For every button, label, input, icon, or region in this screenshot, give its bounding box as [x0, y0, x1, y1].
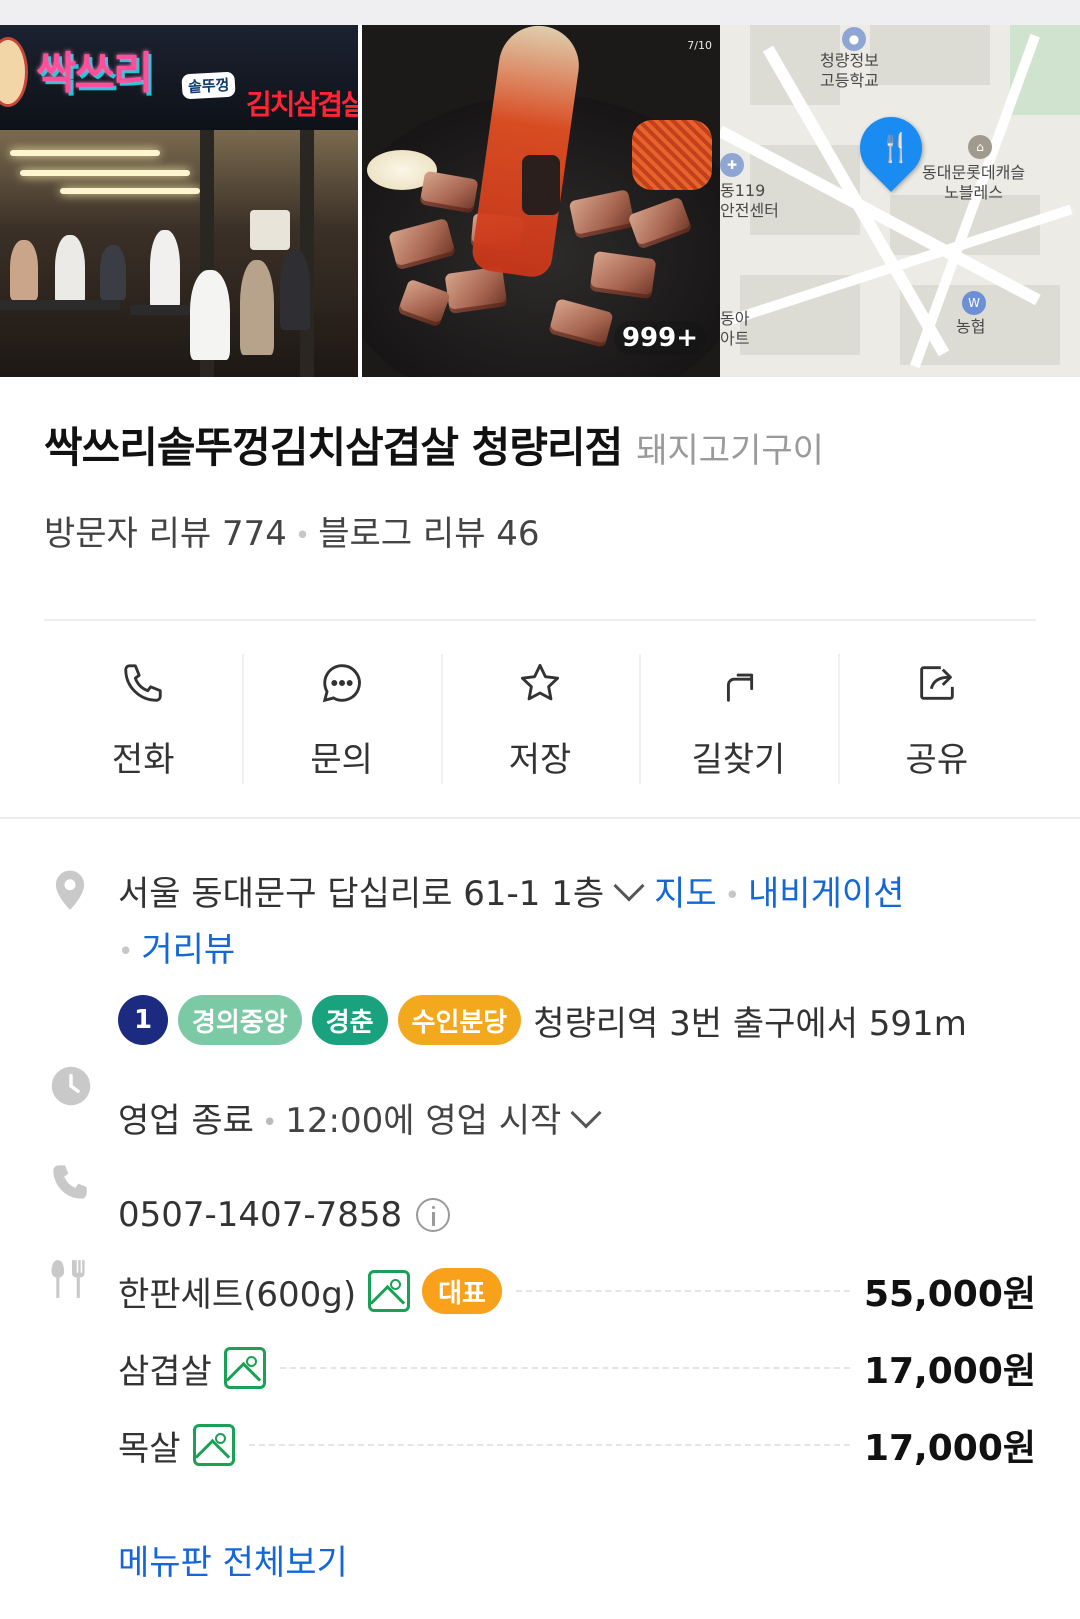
menu-item-name: 삼겹살: [118, 1351, 212, 1392]
call-label: 전화: [111, 740, 175, 780]
menu-item-name: 한판세트(600g): [118, 1274, 357, 1315]
line-gyeongui-badge: 경의중앙: [178, 995, 302, 1045]
subway-row: 1 경의중앙 경춘 수인분당 청량리역 3번 출구에서 591m: [118, 995, 967, 1045]
sign-logo: [0, 37, 28, 107]
map-label-fire-2: 안전센터: [720, 201, 779, 220]
map-label-school-2: 고등학교: [820, 71, 879, 90]
menu-item-price: 17,000원: [863, 1351, 1036, 1392]
store-interior: [0, 130, 358, 377]
photo-gallery[interactable]: 싹쓰리 솥뚜껑 김치삼겹살 7/10 999+ ● 청량정보 고등학교 🍴 ⌂ …: [0, 25, 1080, 377]
hours-next: 12:00에 영업 시작: [285, 1101, 562, 1141]
line-1-badge: 1: [118, 995, 168, 1045]
location-pin-icon: [55, 870, 85, 910]
sign-sub-text: 솥뚜껑: [181, 71, 237, 100]
share-label: 공유: [905, 740, 969, 780]
food-photo[interactable]: 7/10 999+: [362, 25, 720, 377]
menu-item-price: 17,000원: [863, 1428, 1036, 1469]
divider: [44, 619, 1036, 621]
map-label-school: 청량정보: [820, 51, 879, 70]
chevron-down-icon[interactable]: [613, 870, 645, 902]
hours-status: 영업 종료: [118, 1101, 254, 1141]
phone-row: 0507-1407-7858: [118, 1195, 451, 1235]
directions-button[interactable]: 길찾기: [639, 654, 837, 784]
map-label-apt-2: 노블레스: [944, 183, 1003, 202]
bank-poi-icon: W: [962, 291, 986, 315]
street-view-link[interactable]: 거리뷰: [141, 930, 235, 970]
map-label-apt3: 동아: [720, 309, 750, 328]
inquiry-button[interactable]: 문의: [242, 654, 440, 784]
sign-main-text: 싹쓰리: [36, 48, 153, 99]
hours-chevron-down-icon[interactable]: [570, 1097, 602, 1129]
menu-item[interactable]: 목살 17,000원: [118, 1417, 1036, 1473]
photo-icon: [368, 1270, 411, 1312]
blog-reviews-link[interactable]: 블로그 리뷰 46: [318, 514, 539, 554]
status-strip: [0, 0, 1080, 25]
navigation-link[interactable]: 내비게이션: [748, 874, 904, 914]
section-divider: [0, 817, 1080, 819]
call-button[interactable]: 전화: [44, 654, 242, 784]
menu-item[interactable]: 삼겹살 17,000원: [118, 1340, 1036, 1396]
menu-item-name: 목살: [118, 1428, 181, 1469]
chat-bubble-icon: [322, 664, 361, 703]
action-bar: 전화 문의 저장 길찾기 공유: [44, 654, 1036, 784]
visitor-reviews-link[interactable]: 방문자 리뷰 774: [44, 514, 287, 554]
map-link[interactable]: 지도: [654, 874, 717, 914]
subway-distance: 청량리역 3번 출구에서 591m: [533, 1003, 967, 1044]
sign-red-text: 김치삼겹살: [246, 88, 358, 121]
photo-count-badge[interactable]: 999+: [613, 321, 706, 355]
directions-label: 길찾기: [691, 740, 786, 780]
place-category: 돼지고기구이: [636, 431, 824, 471]
place-name: 싹쓰리솥뚜껑김치삼겹살 청량리점: [44, 423, 623, 472]
view-full-menu-link[interactable]: 메뉴판 전체보기: [118, 1535, 348, 1584]
menu-item[interactable]: 한판세트(600g) 대표 55,000원: [118, 1263, 1036, 1319]
reviews-row: 방문자 리뷰 774 • 블로그 리뷰 46: [44, 506, 540, 555]
share-icon: [920, 666, 954, 700]
line-gyeongchun-badge: 경춘: [311, 995, 388, 1045]
map-label-fire: 동119: [720, 181, 766, 200]
star-icon: [520, 663, 560, 701]
photo-icon: [192, 1424, 235, 1466]
map-label-apt4: 아트: [720, 329, 750, 348]
storefront-photo[interactable]: 싹쓰리 솥뚜껑 김치삼겹살: [0, 25, 358, 377]
photo-icon: [223, 1347, 266, 1389]
menu-item-price: 55,000원: [863, 1274, 1036, 1315]
phone-small-icon: [53, 1165, 87, 1199]
map-label-bank: 농협: [956, 317, 986, 336]
inquiry-label: 문의: [310, 740, 373, 780]
map-label-apt: 동대문롯데캐슬: [922, 163, 1026, 182]
phone-number[interactable]: 0507-1407-7858: [118, 1195, 402, 1235]
fork-knife-icon: [51, 1260, 85, 1298]
map-thumbnail[interactable]: ● 청량정보 고등학교 🍴 ⌂ 동대문롯데캐슬 노블레스 ✚ 동119 안전센터 W …: [720, 25, 1080, 377]
line-suinbundang-badge: 수인분당: [397, 995, 522, 1045]
directions-arrow-icon: [727, 673, 754, 702]
save-button[interactable]: 저장: [440, 654, 639, 784]
address-row-2: • 거리뷰: [118, 930, 236, 970]
apartment-poi-icon: ⌂: [968, 135, 992, 159]
info-icon[interactable]: [416, 1198, 451, 1232]
address-row: 서울 동대문구 답십리로 61-1 1층 지도 • 내비게이션: [118, 866, 904, 915]
share-button[interactable]: 공유: [837, 654, 1036, 784]
clock-icon: [51, 1066, 91, 1106]
save-label: 저장: [508, 740, 572, 780]
signature-badge: 대표: [422, 1268, 502, 1314]
photo-counter: 7/10: [687, 39, 712, 52]
phone-icon: [124, 664, 162, 702]
separator-dot: •: [294, 520, 311, 551]
address-text[interactable]: 서울 동대문구 답십리로 61-1 1층: [118, 874, 604, 914]
hours-row[interactable]: 영업 종료 • 12:00에 영업 시작: [118, 1093, 611, 1142]
school-poi-icon: ●: [842, 27, 866, 51]
store-sign: 싹쓰리 솥뚜껑 김치삼겹살: [0, 25, 358, 130]
place-title-row: 싹쓰리솥뚜껑김치삼겹살 청량리점 돼지고기구이: [44, 414, 824, 475]
restaurant-pin-icon: 🍴: [878, 131, 913, 164]
